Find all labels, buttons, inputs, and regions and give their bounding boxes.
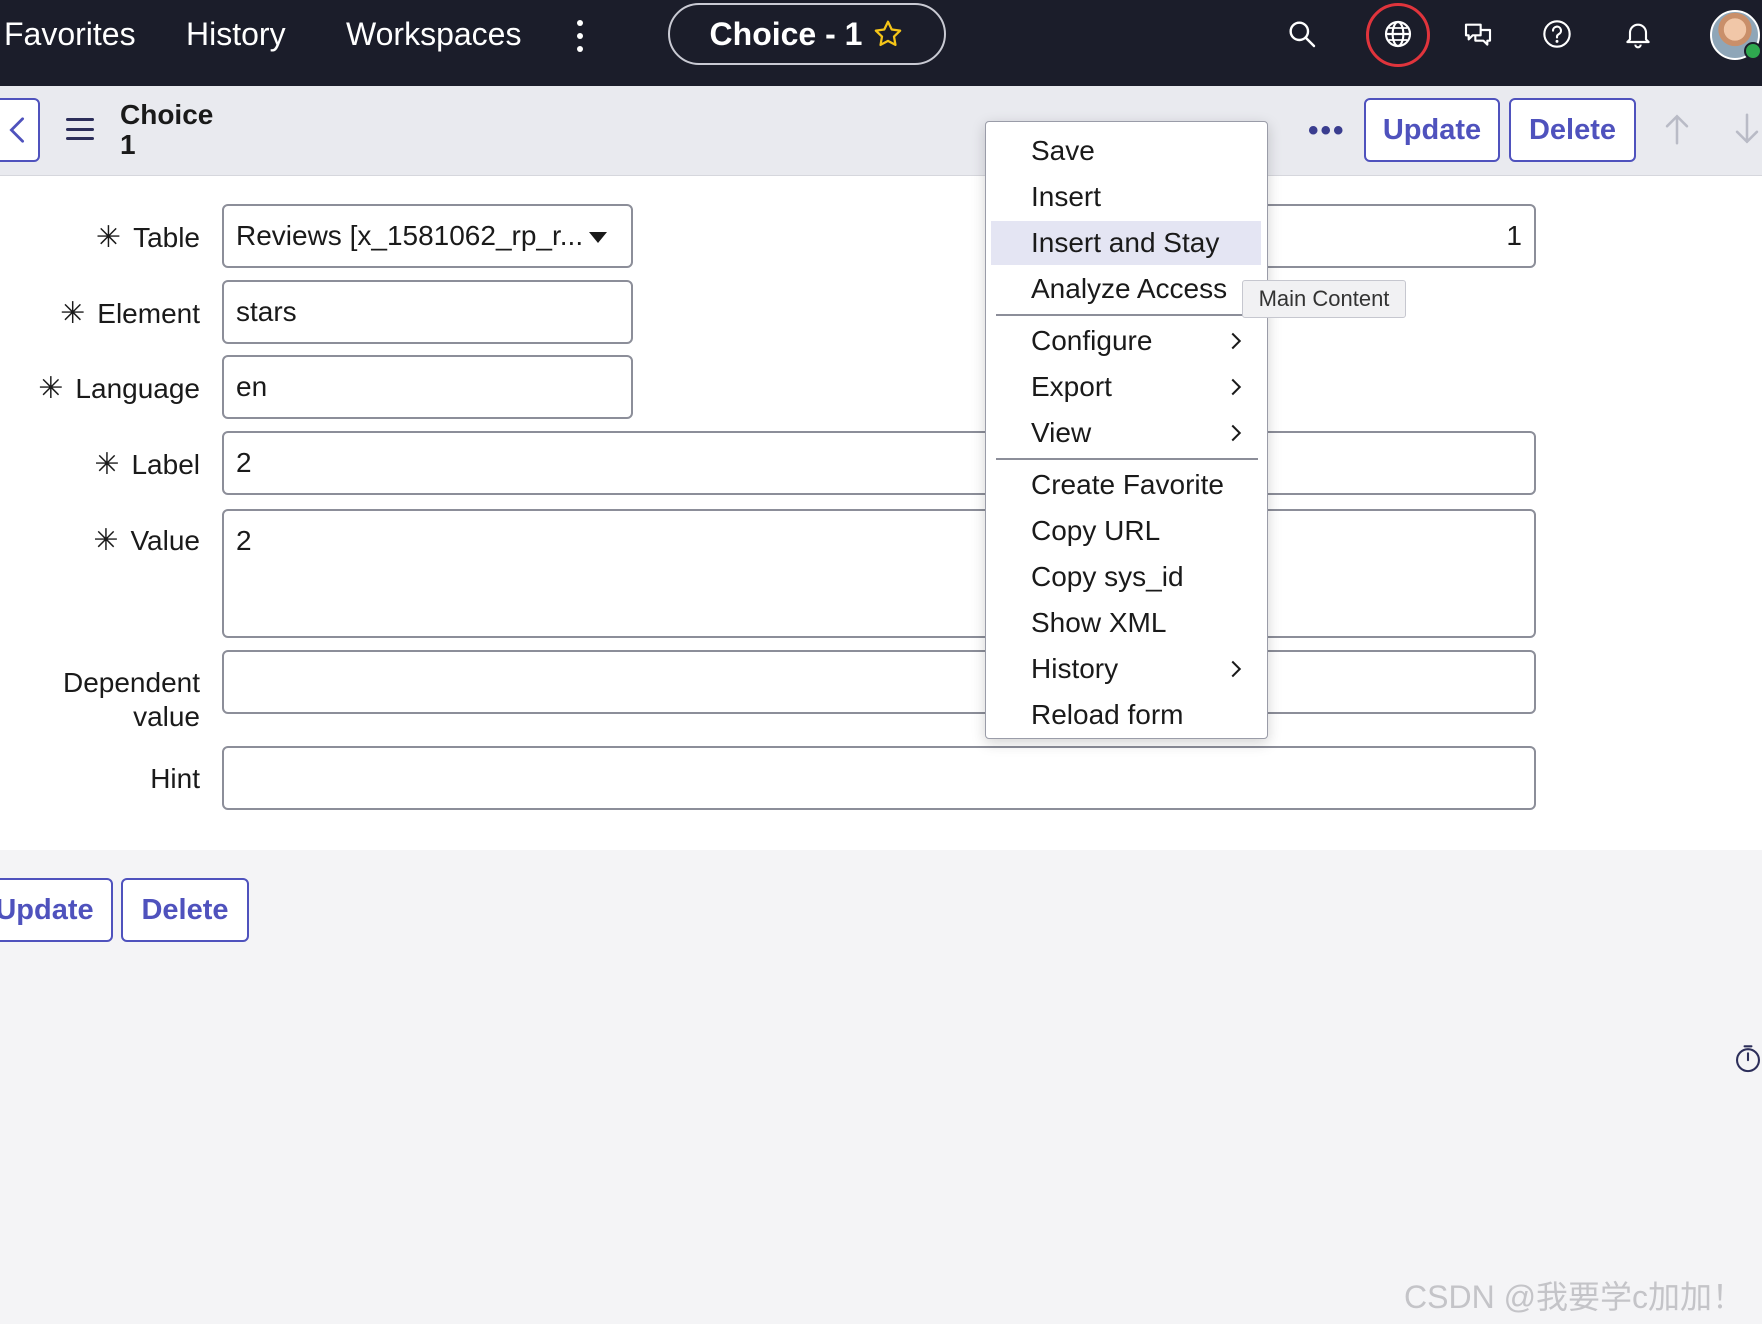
watermark: CSDN @我要学c加加！	[1404, 1279, 1745, 1315]
label-field[interactable]: 2	[222, 431, 1536, 495]
required-icon: ✳	[95, 221, 122, 254]
menu-item-show-xml[interactable]: Show XML	[991, 601, 1261, 645]
table-select[interactable]: Reviews [x_1581062_rp_r...	[222, 204, 633, 268]
menu-item-label: Create Favorite	[1031, 469, 1224, 500]
record-title: Choice 1	[120, 99, 214, 160]
more-actions-icon[interactable]: •••	[1308, 114, 1346, 148]
context-menu: Save Insert Insert and Stay Analyze Acce…	[985, 121, 1268, 739]
timer-icon[interactable]	[1734, 1044, 1762, 1074]
footer-update-button[interactable]: Update	[0, 878, 113, 942]
user-avatar[interactable]	[1710, 10, 1762, 60]
menu-item-label: Reload form	[1031, 699, 1184, 730]
sequence-value: 1	[1506, 220, 1522, 251]
dependent-value-label: Dependent value	[20, 666, 200, 734]
menu-item-configure[interactable]: Configure	[991, 319, 1261, 363]
menu-item-analyze-access[interactable]: Analyze Access	[991, 267, 1261, 311]
menu-item-label: View	[1031, 417, 1092, 448]
menu-item-label: Insert	[1031, 181, 1102, 212]
more-menu-icon[interactable]	[572, 20, 588, 52]
caret-down-icon	[589, 232, 607, 243]
search-icon[interactable]	[1282, 14, 1322, 54]
arrow-up-icon[interactable]	[1662, 112, 1692, 146]
form-menu-icon[interactable]	[66, 118, 94, 140]
top-navigation-bar: Favorites History Workspaces Choice - 1	[0, 0, 1762, 86]
update-button[interactable]: Update	[1364, 98, 1500, 162]
dependent-value-label-text: Dependent value	[62, 667, 200, 732]
menu-item-insert[interactable]: Insert	[991, 175, 1261, 219]
help-icon[interactable]	[1537, 14, 1577, 54]
chevron-right-icon	[1231, 332, 1242, 350]
table-label-text: Table	[133, 222, 200, 253]
hint-label-text: Hint	[150, 763, 200, 794]
chevron-right-icon	[1231, 424, 1242, 442]
menu-divider	[996, 458, 1258, 460]
tooltip: Main Content	[1242, 280, 1406, 318]
table-select-value: Reviews [x_1581062_rp_r...	[236, 220, 584, 251]
menu-item-label: Copy sys_id	[1031, 561, 1184, 592]
footer-delete-button[interactable]: Delete	[121, 878, 249, 942]
online-status-icon	[1744, 42, 1762, 60]
required-icon: ✳	[94, 448, 120, 481]
chevron-right-icon	[1231, 378, 1242, 396]
element-label-text: Element	[97, 298, 200, 329]
chat-icon[interactable]	[1458, 14, 1498, 54]
menu-item-view[interactable]: View	[991, 411, 1261, 455]
menu-item-label: Save	[1031, 135, 1095, 166]
nav-workspaces[interactable]: Workspaces	[346, 14, 521, 54]
value-label-text: Value	[130, 525, 200, 556]
menu-item-label: Export	[1031, 371, 1112, 402]
menu-item-reload-form[interactable]: Reload form	[991, 693, 1261, 737]
element-value: stars	[236, 296, 297, 327]
language-label: ✳ Language	[38, 372, 200, 406]
element-label: ✳ Element	[60, 297, 200, 331]
menu-item-label: Copy URL	[1031, 515, 1161, 546]
element-field[interactable]: stars	[222, 280, 633, 344]
menu-item-label: Insert and Stay	[1031, 227, 1220, 258]
value-value: 2	[236, 525, 252, 556]
star-icon[interactable]	[872, 18, 904, 50]
menu-item-export[interactable]: Export	[991, 365, 1261, 409]
menu-item-copy-sys-id[interactable]: Copy sys_id	[991, 555, 1261, 599]
dependent-value-field[interactable]	[222, 650, 1536, 714]
table-label: ✳ Table	[96, 221, 200, 255]
record-title-pill[interactable]: Choice - 1	[668, 3, 946, 65]
chevron-left-icon	[9, 117, 24, 143]
record-title-text: Choice 1	[120, 99, 214, 160]
required-icon: ✳	[60, 297, 86, 330]
hint-label: Hint	[150, 762, 200, 796]
label-value: 2	[236, 447, 252, 478]
chevron-right-icon	[1231, 660, 1242, 678]
menu-item-save[interactable]: Save	[991, 129, 1261, 173]
required-icon: ✳	[93, 524, 119, 557]
hint-field[interactable]	[222, 746, 1536, 810]
arrow-down-icon[interactable]	[1732, 112, 1762, 146]
language-label-text: Language	[75, 373, 200, 404]
menu-item-label: History	[1031, 653, 1119, 684]
value-textarea[interactable]: 2	[222, 509, 1536, 638]
value-label: ✳ Value	[93, 524, 200, 558]
nav-history[interactable]: History	[186, 14, 286, 54]
menu-item-copy-url[interactable]: Copy URL	[991, 509, 1261, 553]
nav-favorites[interactable]: Favorites	[4, 14, 136, 54]
globe-icon[interactable]	[1378, 14, 1418, 54]
menu-item-label: Show XML	[1031, 607, 1167, 638]
label-label: ✳ Label	[94, 448, 200, 482]
menu-divider	[996, 314, 1258, 316]
menu-item-history[interactable]: History	[991, 647, 1261, 691]
sequence-field[interactable]: 1	[1262, 204, 1536, 268]
label-label-text: Label	[131, 449, 200, 480]
menu-item-insert-and-stay[interactable]: Insert and Stay	[991, 221, 1261, 265]
menu-item-label: Analyze Access	[1031, 273, 1228, 304]
required-icon: ✳	[38, 372, 64, 405]
delete-button[interactable]: Delete	[1509, 98, 1636, 162]
page-title: Choice - 1	[709, 15, 863, 52]
language-value: en	[236, 371, 268, 402]
bell-icon[interactable]	[1618, 14, 1658, 54]
menu-item-create-favorite[interactable]: Create Favorite	[991, 463, 1261, 507]
menu-item-label: Configure	[1031, 325, 1153, 356]
back-button[interactable]	[0, 98, 40, 162]
language-field[interactable]: en	[222, 355, 633, 419]
